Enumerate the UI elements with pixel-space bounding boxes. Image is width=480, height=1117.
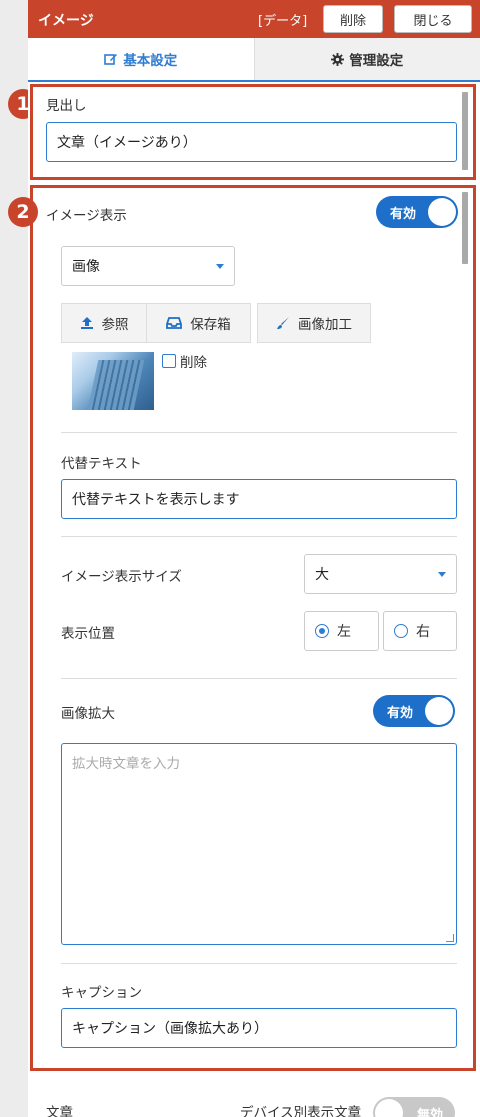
brush-icon: [277, 317, 289, 329]
caption-input[interactable]: キャプション（画像拡大あり）: [61, 1008, 457, 1048]
alt-text-input[interactable]: 代替テキストを表示します: [61, 479, 457, 519]
position-left-label: 左: [337, 624, 351, 640]
select-value: 画像: [72, 259, 100, 275]
image-scrollbar[interactable]: [462, 192, 468, 264]
gear-icon: [331, 52, 345, 66]
divider: [61, 678, 457, 679]
toggle-knob: [428, 198, 456, 226]
divider: [61, 536, 457, 537]
heading-input[interactable]: 文章（イメージあり）: [46, 122, 457, 162]
device-text-toggle[interactable]: 無効: [373, 1097, 455, 1117]
alt-text-label: 代替テキスト: [61, 456, 142, 472]
zoom-text-textarea[interactable]: 拡大時文章を入力: [61, 743, 457, 945]
position-left-option[interactable]: 左: [304, 611, 379, 651]
image-thumbnail: [72, 352, 154, 410]
data-tag: [データ]: [258, 14, 308, 29]
position-label: 表示位置: [61, 626, 115, 642]
image-edit-label: 画像加工: [298, 317, 352, 333]
image-source-select[interactable]: 画像: [61, 246, 235, 286]
tab-label: 管理設定: [349, 53, 404, 69]
storage-button[interactable]: 保存箱: [147, 303, 251, 343]
delete-image-label: 削除: [180, 355, 207, 371]
tab-basic-settings[interactable]: 基本設定: [28, 38, 254, 80]
image-display-toggle[interactable]: 有効: [376, 196, 458, 228]
tab-label: 基本設定: [123, 53, 178, 69]
tab-admin-settings[interactable]: 管理設定: [253, 38, 480, 80]
position-right-option[interactable]: 右: [383, 611, 457, 651]
close-button[interactable]: 閉じる: [394, 5, 472, 33]
select-value: 大: [315, 567, 329, 583]
storage-label: 保存箱: [190, 317, 231, 333]
toggle-knob: [375, 1099, 403, 1117]
resize-grip-icon[interactable]: [446, 934, 454, 942]
image-size-label: イメージ表示サイズ: [61, 569, 182, 585]
delete-button[interactable]: 削除: [323, 5, 383, 33]
text-label: 文章: [46, 1105, 73, 1117]
image-size-select[interactable]: 大: [304, 554, 457, 594]
image-edit-button[interactable]: 画像加工: [257, 303, 371, 343]
upload-icon: [80, 317, 93, 329]
heading-scrollbar[interactable]: [462, 92, 468, 170]
caption-label: キャプション: [61, 985, 142, 1001]
toggle-knob: [425, 697, 453, 725]
image-zoom-toggle[interactable]: 有効: [373, 695, 455, 727]
toggle-text: 有効: [387, 706, 414, 721]
radio-unselected[interactable]: [394, 624, 408, 638]
heading-label: 見出し: [46, 98, 87, 114]
position-right-label: 右: [416, 624, 430, 640]
settings-tabs: 基本設定 管理設定: [28, 38, 480, 82]
edit-icon: [104, 54, 118, 65]
delete-image-checkbox[interactable]: [162, 354, 176, 368]
callout-2: 2: [8, 197, 38, 227]
editor-title: イメージ: [38, 13, 94, 29]
divider: [61, 963, 457, 964]
image-block-editor: イメージ [データ] 削除 閉じる 基本設定 管理設定 見出し 文章（イメージあ…: [28, 0, 480, 1117]
device-text-label: デバイス別表示文章: [240, 1105, 362, 1117]
image-zoom-label: 画像拡大: [61, 706, 115, 722]
chevron-down-icon: [216, 264, 224, 269]
upload-label: 参照: [101, 317, 129, 333]
toggle-text: 無効: [416, 1108, 443, 1117]
editor-header: イメージ [データ] 削除 閉じる: [28, 0, 480, 38]
textarea-placeholder: 拡大時文章を入力: [72, 756, 180, 772]
upload-button[interactable]: 参照: [61, 303, 147, 343]
chevron-down-icon: [438, 572, 446, 577]
radio-selected[interactable]: [315, 624, 329, 638]
image-display-label: イメージ表示: [46, 208, 127, 224]
divider: [61, 432, 457, 433]
inbox-icon: [166, 317, 183, 329]
image-action-buttons: 参照 保存箱 画像加工: [61, 303, 371, 343]
toggle-text: 有効: [390, 207, 417, 222]
